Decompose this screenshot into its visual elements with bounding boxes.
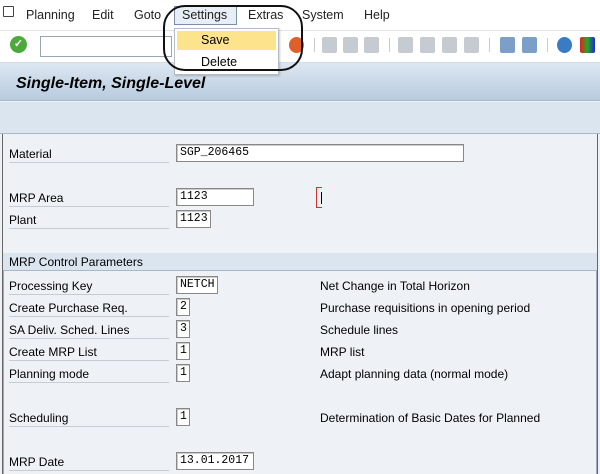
separator — [314, 38, 315, 52]
create-mrp-list-label: Create MRP List — [9, 343, 169, 361]
shortcut-icon[interactable] — [522, 37, 537, 53]
scheduling-desc: Determination of Basic Dates for Planned — [320, 411, 541, 425]
separator — [389, 38, 390, 52]
help-icon[interactable] — [557, 37, 572, 53]
mrp-date-input[interactable]: 13.01.2017 — [176, 452, 254, 470]
mrp-area-label: MRP Area — [9, 189, 169, 207]
planning-mode-input[interactable]: 1 — [176, 364, 190, 382]
planning-mode-desc: Adapt planning data (normal mode) — [320, 367, 509, 381]
group-title: MRP Control Parameters — [3, 253, 597, 271]
enter-check-icon[interactable]: ✓ — [10, 36, 27, 53]
settings-dropdown: Save Delete — [174, 28, 279, 75]
menu-help[interactable]: Help — [364, 8, 390, 22]
next-page-icon[interactable] — [442, 37, 457, 53]
menu-planning[interactable]: Planning — [26, 8, 75, 22]
separator — [547, 38, 548, 52]
cancel-icon[interactable] — [289, 37, 304, 53]
menu-item-save[interactable]: Save — [177, 31, 276, 50]
previous-page-icon[interactable] — [420, 37, 435, 53]
material-label: Material — [9, 145, 169, 163]
menu-settings[interactable]: Settings — [182, 8, 227, 22]
new-session-icon[interactable] — [500, 37, 515, 53]
layout-menu-icon[interactable] — [580, 37, 595, 53]
create-mrp-list-input[interactable]: 1 — [176, 342, 190, 360]
sa-deliv-sched-input[interactable]: 3 — [176, 320, 190, 338]
find-next-icon[interactable] — [364, 37, 379, 53]
system-menu-icon[interactable] — [3, 6, 14, 17]
processing-key-label: Processing Key — [9, 277, 169, 295]
scheduling-input[interactable]: 1 — [176, 408, 190, 426]
menu-goto[interactable]: Goto — [134, 8, 161, 22]
application-toolbar — [0, 102, 600, 134]
first-page-icon[interactable] — [398, 37, 413, 53]
find-icon[interactable] — [343, 37, 358, 53]
menu-edit[interactable]: Edit — [92, 8, 114, 22]
mrp-date-label: MRP Date — [9, 453, 169, 471]
material-input[interactable]: SGP_206465 — [176, 144, 464, 162]
print-icon[interactable] — [322, 37, 337, 53]
sa-deliv-sched-label: SA Deliv. Sched. Lines — [9, 321, 169, 339]
last-page-icon[interactable] — [464, 37, 479, 53]
text-cursor — [316, 187, 322, 208]
command-field[interactable] — [40, 36, 172, 57]
create-purchase-req-input[interactable]: 2 — [176, 298, 190, 316]
page-title: Single-Item, Single-Level — [16, 75, 206, 92]
plant-label: Plant — [9, 211, 169, 229]
create-purchase-req-label: Create Purchase Req. — [9, 299, 169, 317]
menu-extras[interactable]: Extras — [248, 8, 283, 22]
separator — [489, 38, 490, 52]
plant-input[interactable]: 1123 — [176, 210, 211, 228]
scheduling-label: Scheduling — [9, 409, 169, 427]
menu-system[interactable]: System — [302, 8, 344, 22]
processing-key-desc: Net Change in Total Horizon — [320, 279, 470, 293]
title-bar: Single-Item, Single-Level — [0, 63, 600, 101]
menu-item-delete[interactable]: Delete — [177, 53, 276, 72]
menu-bar: Planning Edit Goto Settings Extras Syste… — [0, 0, 600, 31]
processing-key-input[interactable]: NETCH — [176, 276, 218, 294]
create-mrp-list-desc: MRP list — [320, 345, 365, 359]
create-purchase-req-desc: Purchase requisitions in opening period — [320, 301, 531, 315]
sa-deliv-sched-desc: Schedule lines — [320, 323, 399, 337]
mrp-area-input[interactable]: 1123 — [176, 188, 254, 206]
planning-mode-label: Planning mode — [9, 365, 169, 383]
